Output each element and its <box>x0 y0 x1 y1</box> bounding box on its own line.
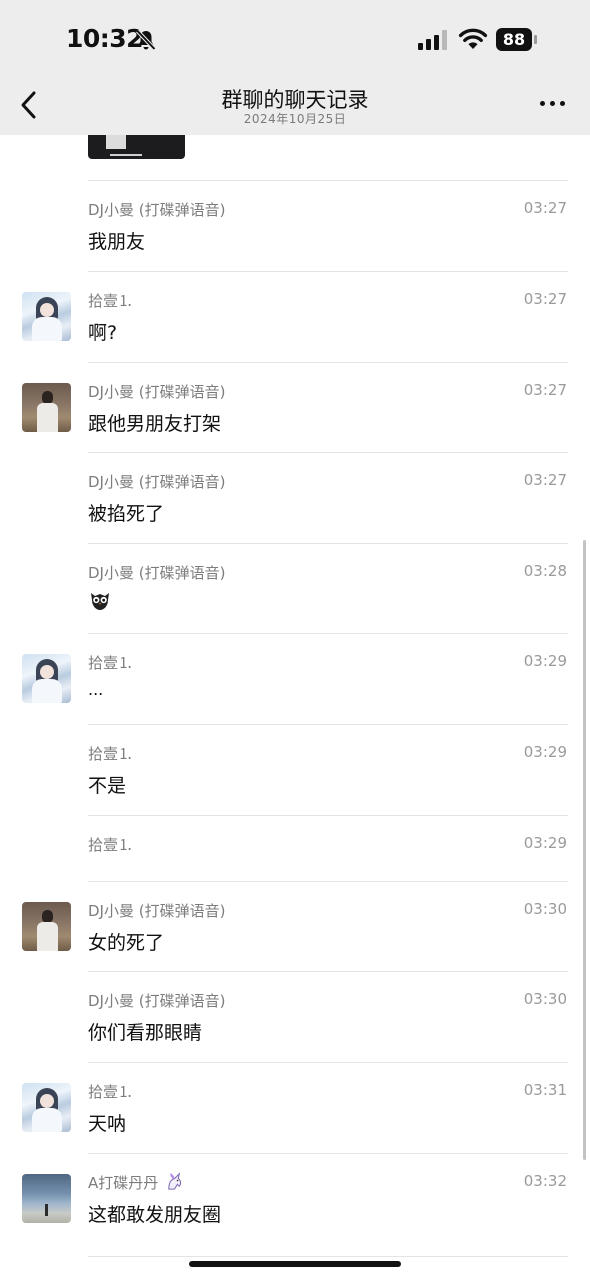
message-text: ... <box>88 680 104 699</box>
chat-message[interactable]: DJ小曼 (打碟弹语音) 03:30 女的死了 <box>0 882 590 972</box>
chat-message[interactable]: 拾壹⒈ 03:29 不是 <box>0 725 590 815</box>
message-time: 03:29 <box>523 652 567 670</box>
chat-message[interactable]: 拾壹⒈ 03:31 天呐 <box>0 1063 590 1153</box>
message-text: 天呐 <box>88 1113 127 1135</box>
message-time: 03:27 <box>523 290 567 308</box>
message-time: 03:28 <box>523 562 567 580</box>
message-time: 03:30 <box>523 900 567 918</box>
sender-name: 拾壹⒈ <box>88 745 134 763</box>
chat-message[interactable]: DJ小曼 (打碟弹语音) 03:27 跟他男朋友打架 <box>0 363 590 453</box>
chat-message[interactable]: DJ小曼 (打碟弹语音) 03:30 你们看那眼睛 <box>0 972 590 1062</box>
sender-name: A打碟丹丹 <box>88 1172 184 1193</box>
message-time: 03:29 <box>523 834 567 852</box>
sender-name: 拾壹⒈ <box>88 1083 134 1101</box>
chat-message[interactable]: DJ小曼 (打碟弹语音) 03:28 <box>0 544 590 634</box>
sender-name: 拾壹⒈ <box>88 292 134 310</box>
message-time: 03:31 <box>523 1081 567 1099</box>
unicorn-emoji-icon <box>168 1172 182 1190</box>
chat-message[interactable]: 拾壹⒈ 03:27 啊? <box>0 272 590 362</box>
home-indicator[interactable] <box>189 1261 401 1267</box>
sender-name: DJ小曼 (打碟弹语音) <box>88 992 226 1010</box>
message-text: 跟他男朋友打架 <box>88 413 222 435</box>
message-text: 我朋友 <box>88 231 146 253</box>
sender-name: DJ小曼 (打碟弹语音) <box>88 902 226 920</box>
battery-cap <box>534 35 537 44</box>
chat-message[interactable]: 拾壹⒈ 03:29 ... <box>0 634 590 724</box>
sender-name: DJ小曼 (打碟弹语音) <box>88 383 226 401</box>
chat-message[interactable]: A打碟丹丹 03:32 这都敢发朋友圈 <box>0 1154 590 1254</box>
scrollbar[interactable] <box>583 540 586 1160</box>
message-text: 你们看那眼睛 <box>88 1022 203 1044</box>
avatar[interactable] <box>22 1174 71 1223</box>
sender-name-text: A打碟丹丹 <box>88 1174 159 1192</box>
wifi-icon <box>458 28 488 49</box>
divider <box>88 1256 568 1257</box>
message-text: 这都敢发朋友圈 <box>88 1204 222 1226</box>
more-dots-icon[interactable] <box>540 101 566 107</box>
message-text: 啊? <box>88 322 118 344</box>
sender-name: DJ小曼 (打碟弹语音) <box>88 201 226 219</box>
message-text: 被掐死了 <box>88 503 165 525</box>
message-time: 03:30 <box>523 990 567 1008</box>
sender-name: 拾壹⒈ <box>88 654 134 672</box>
top-bar: 10:32 88 群聊的聊天记录 2024年10月25日 <box>0 0 590 135</box>
avatar[interactable] <box>22 1083 71 1132</box>
message-time: 03:27 <box>523 381 567 399</box>
thumbnail-content <box>106 135 126 149</box>
battery-indicator: 88 <box>496 28 538 51</box>
message-time: 03:29 <box>523 743 567 761</box>
chat-message[interactable]: DJ小曼 (打碟弹语音) 03:27 我朋友 <box>0 181 590 271</box>
message-time: 03:27 <box>523 199 567 217</box>
sender-name: DJ小曼 (打碟弹语音) <box>88 473 226 491</box>
thumbnail-content <box>110 154 142 156</box>
sender-name: DJ小曼 (打碟弹语音) <box>88 564 226 582</box>
message-text: 女的死了 <box>88 932 165 954</box>
battery-level: 88 <box>496 28 532 51</box>
message-time: 03:27 <box>523 471 567 489</box>
image-thumbnail[interactable] <box>88 135 185 159</box>
status-time: 10:32 <box>66 24 144 53</box>
message-text: 不是 <box>88 775 127 797</box>
avatar[interactable] <box>22 902 71 951</box>
signal-icon <box>418 30 447 50</box>
owl-emoji-icon <box>91 593 109 610</box>
sender-name: 拾壹⒈ <box>88 836 134 854</box>
chat-message[interactable]: DJ小曼 (打碟弹语音) 03:27 被掐死了 <box>0 453 590 543</box>
avatar[interactable] <box>22 383 71 432</box>
chat-message[interactable]: 拾壹⒈ 03:29 <box>0 816 590 881</box>
avatar[interactable] <box>22 292 71 341</box>
page-subtitle-date: 2024年10月25日 <box>243 112 347 126</box>
message-time: 03:32 <box>523 1172 567 1190</box>
bell-slash-icon <box>136 29 156 51</box>
avatar[interactable] <box>22 654 71 703</box>
